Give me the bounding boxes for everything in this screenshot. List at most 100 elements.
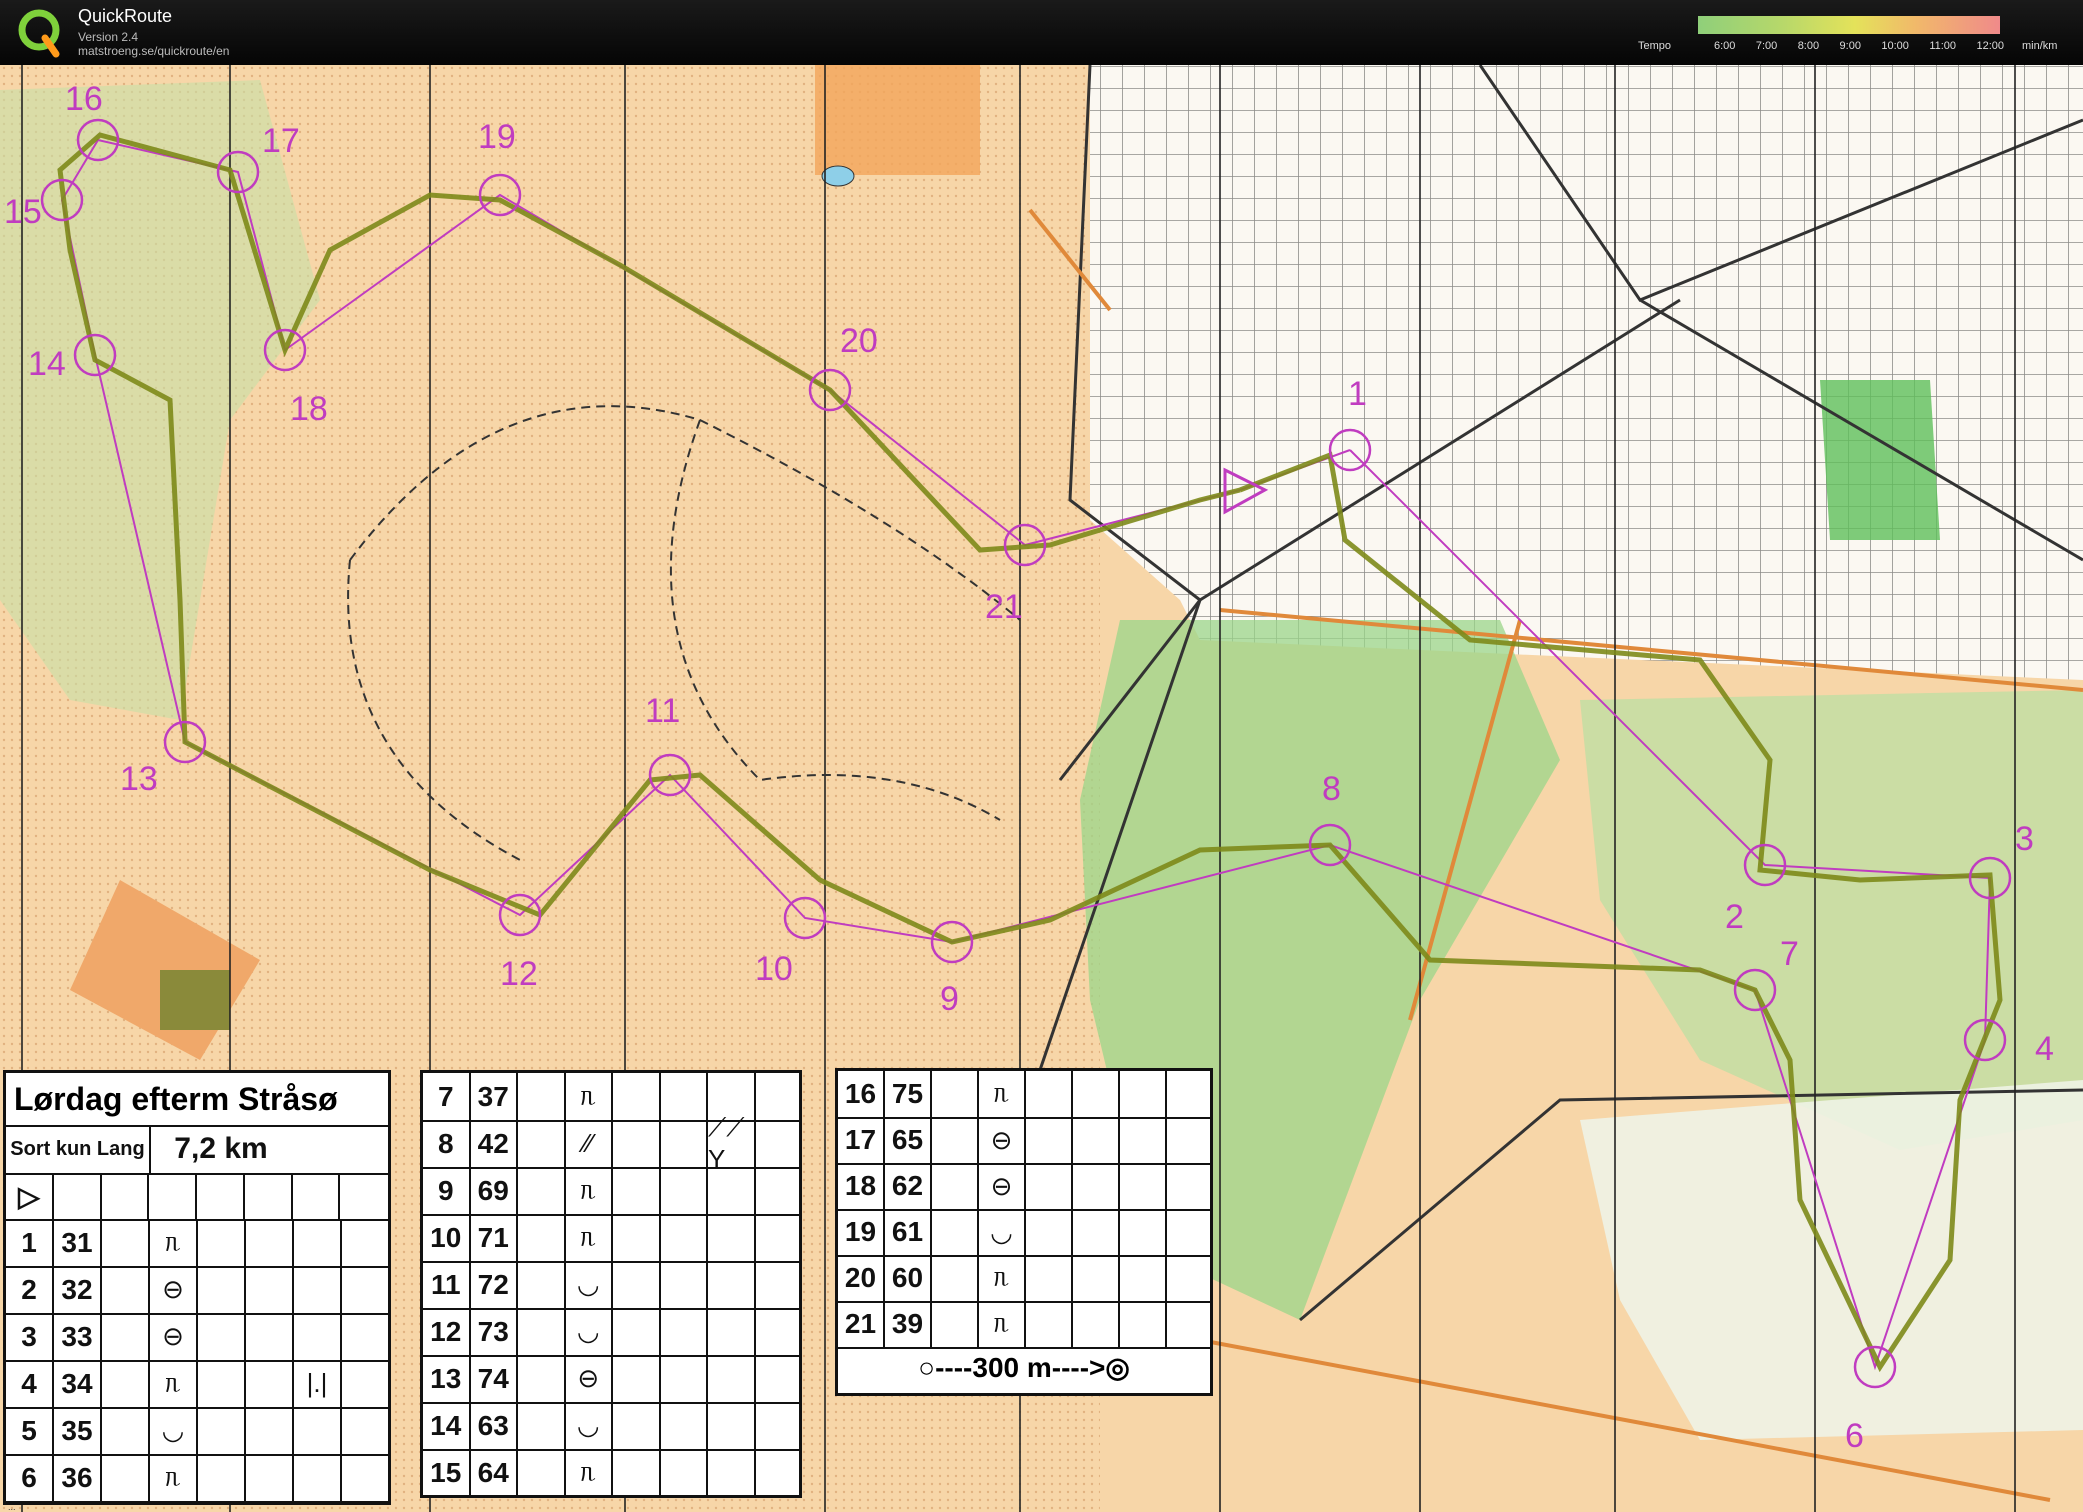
control-cell xyxy=(1026,1209,1073,1255)
control-extra xyxy=(1120,1163,1167,1209)
green-block-ne xyxy=(1820,380,1940,540)
control-cell xyxy=(342,1454,386,1501)
control-cell xyxy=(1026,1117,1073,1163)
control-feature-icon: ◡ xyxy=(566,1402,613,1449)
control-cell xyxy=(198,1219,246,1266)
control-cell xyxy=(518,1073,566,1120)
control-extra xyxy=(708,1167,756,1214)
control-cell xyxy=(246,1266,294,1313)
control-code: 61 xyxy=(885,1209,932,1255)
control-label: 3 xyxy=(2015,820,2034,858)
control-cell xyxy=(661,1449,708,1496)
control-cell xyxy=(102,1266,150,1313)
control-cell xyxy=(198,1407,246,1454)
app-version: Version 2.4 xyxy=(78,30,139,44)
control-cell xyxy=(1073,1071,1120,1117)
control-label: 7 xyxy=(1780,935,1799,973)
control-extra: |.| xyxy=(294,1360,342,1407)
control-label: 8 xyxy=(1322,770,1341,808)
control-number: 3 xyxy=(6,1313,54,1360)
control-cell xyxy=(613,1261,661,1308)
control-cell xyxy=(102,1454,150,1501)
tempo-tick: 8:00 xyxy=(1797,40,1820,52)
control-extra xyxy=(1120,1071,1167,1117)
tempo-color-scale xyxy=(1698,16,2000,34)
control-number: 10 xyxy=(423,1214,471,1261)
field-grid xyxy=(1090,65,2083,680)
control-cell xyxy=(932,1071,979,1117)
control-code: 65 xyxy=(885,1117,932,1163)
control-cell xyxy=(1026,1071,1073,1117)
control-cell xyxy=(198,1454,246,1501)
control-extra xyxy=(1120,1255,1167,1301)
control-extra xyxy=(708,1261,756,1308)
control-label: 15 xyxy=(4,193,42,231)
control-cell xyxy=(932,1301,979,1347)
control-cell xyxy=(661,1308,708,1355)
control-extra xyxy=(708,1402,756,1449)
control-cell xyxy=(1073,1163,1120,1209)
control-cell xyxy=(518,1167,566,1214)
control-feature-icon: ᥰ xyxy=(979,1255,1026,1301)
cultivated-field-north xyxy=(815,65,980,175)
pond xyxy=(821,165,855,187)
control-feature-icon: ⊖ xyxy=(150,1313,198,1360)
map-credit: ... xyxy=(8,1502,16,1512)
control-cell xyxy=(1026,1163,1073,1209)
control-row: 16 75 ᥰ xyxy=(838,1071,1210,1119)
control-cell xyxy=(756,1214,800,1261)
control-cell xyxy=(661,1355,708,1402)
control-row: 8 42 ⁄⁄ ⟋⟋ Y xyxy=(423,1112,799,1174)
control-label: 1 xyxy=(1348,375,1367,413)
control-code: 37 xyxy=(471,1073,518,1120)
control-cell xyxy=(613,1355,661,1402)
control-code: 33 xyxy=(54,1313,102,1360)
control-feature-icon: ⊖ xyxy=(979,1163,1026,1209)
control-cell xyxy=(613,1167,661,1214)
control-cell xyxy=(1073,1209,1120,1255)
control-description-table-1: Lørdag efterm Stråsø Sort kun Lang 7,2 k… xyxy=(3,1070,391,1505)
control-number: 1 xyxy=(6,1219,54,1266)
control-extra xyxy=(294,1407,342,1454)
control-cell xyxy=(342,1219,386,1266)
control-cell xyxy=(661,1073,708,1120)
control-cell xyxy=(1167,1301,1210,1347)
control-row: 5 35 ◡ xyxy=(6,1407,388,1456)
control-cell xyxy=(102,1407,150,1454)
control-feature-icon: ᥰ xyxy=(979,1301,1026,1347)
app-name: QuickRoute xyxy=(78,6,173,26)
tempo-tick: 7:00 xyxy=(1755,40,1778,52)
control-number: 13 xyxy=(423,1355,471,1402)
control-row: 9 69 ᥰ xyxy=(423,1167,799,1216)
control-extra xyxy=(708,1355,756,1402)
control-extra xyxy=(294,1266,342,1313)
building xyxy=(160,970,230,1030)
tempo-tick: 6:00 xyxy=(1714,40,1736,52)
control-cell xyxy=(613,1120,661,1167)
app-url[interactable]: matstroeng.se/quickroute/en xyxy=(78,44,229,58)
control-cell xyxy=(342,1313,386,1360)
tempo-unit: min/km xyxy=(2022,40,2058,52)
control-code: 74 xyxy=(471,1355,518,1402)
control-code: 60 xyxy=(885,1255,932,1301)
control-cell xyxy=(198,1313,246,1360)
control-cell xyxy=(932,1209,979,1255)
control-number: 21 xyxy=(838,1301,885,1347)
control-extra xyxy=(294,1454,342,1501)
control-label: 9 xyxy=(940,980,959,1018)
control-row: 6 36 ᥰ xyxy=(6,1454,388,1503)
control-feature-icon: ⁄⁄ xyxy=(566,1120,613,1167)
control-number: 12 xyxy=(423,1308,471,1355)
control-cell xyxy=(342,1266,386,1313)
control-label: 18 xyxy=(290,390,328,428)
control-row: 11 72 ◡ xyxy=(423,1261,799,1310)
control-cell xyxy=(613,1449,661,1496)
control-number: 5 xyxy=(6,1407,54,1454)
control-feature-icon: ◡ xyxy=(150,1407,198,1454)
control-cell xyxy=(613,1214,661,1261)
control-cell xyxy=(246,1407,294,1454)
control-feature-icon: ◡ xyxy=(566,1308,613,1355)
control-cell xyxy=(246,1454,294,1501)
control-number: 9 xyxy=(423,1167,471,1214)
control-cell xyxy=(1167,1209,1210,1255)
